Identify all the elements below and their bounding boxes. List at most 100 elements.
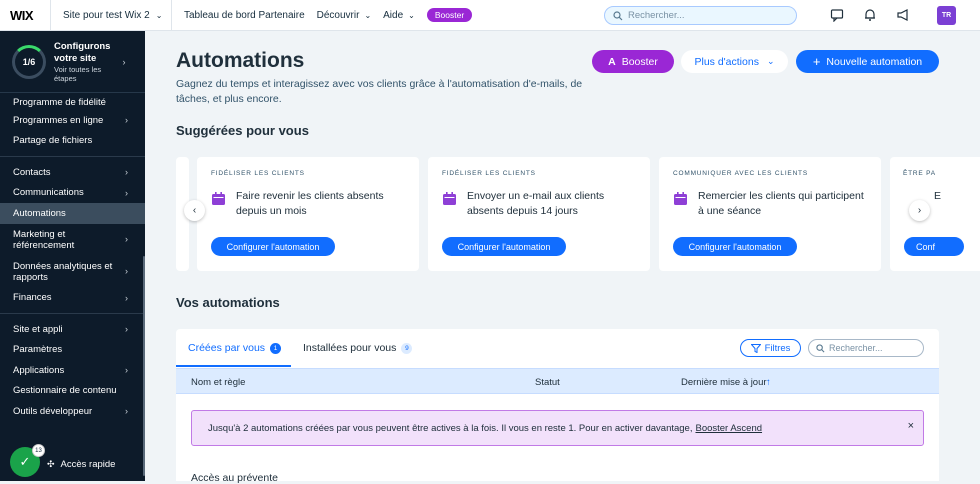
sidebar-item-settings[interactable]: Paramètres xyxy=(0,340,145,361)
sidebar-item-label: Contacts xyxy=(13,166,51,178)
sidebar-item-label: Communications xyxy=(13,187,84,199)
more-actions-label: Plus d'actions xyxy=(694,55,759,68)
quick-access-label: Accès rapide xyxy=(60,458,116,470)
chevron-down-icon: ⌄ xyxy=(155,10,163,20)
table-row[interactable]: Accès au prévente xyxy=(191,472,278,484)
chevron-right-icon: › xyxy=(122,56,126,67)
card-text: Faire revenir les clients absents depuis… xyxy=(236,190,384,217)
chevron-right-icon: › xyxy=(125,324,128,335)
sidebar-item-label: Données analytiques et rapports xyxy=(13,260,113,283)
card-category: FIDÉLISER LES CLIENTS xyxy=(211,170,305,177)
card-text: Envoyer un e-mail aux clients absents de… xyxy=(467,190,605,217)
notice-text: Jusqu'à 2 automations créées par vous pe… xyxy=(208,422,693,434)
nav-partner-dashboard[interactable]: Tableau de bord Partenaire xyxy=(184,10,305,21)
sidebar-item-marketing[interactable]: Marketing et référencement › xyxy=(0,224,145,256)
automations-search-input[interactable]: Rechercher... xyxy=(808,339,924,357)
booster-button[interactable]: A Booster xyxy=(592,50,674,73)
suggestion-card: COMMUNIQUER AVEC LES CLIENTS Remercier l… xyxy=(659,157,881,271)
card-text: Remercier les clients qui participent à … xyxy=(698,190,864,217)
chevron-right-icon: › xyxy=(125,115,128,126)
setup-progress-widget[interactable]: 1/6 Configurons votre site Voir toutes l… xyxy=(0,31,145,93)
sidebar: 1/6 Configurons votre site Voir toutes l… xyxy=(0,31,145,481)
card-category: ÊTRE PA xyxy=(903,170,936,177)
sidebar-item-contacts[interactable]: Contacts › xyxy=(0,162,145,183)
bell-icon[interactable] xyxy=(863,8,877,22)
megaphone-icon[interactable] xyxy=(896,8,910,22)
calendar-icon xyxy=(674,192,687,205)
carousel-prev-button[interactable]: ‹ xyxy=(184,200,205,221)
sidebar-item-label: Finances xyxy=(13,292,52,304)
filter-icon xyxy=(750,343,761,353)
booster-pill-button[interactable]: Booster xyxy=(426,8,473,22)
calendar-icon xyxy=(212,192,225,205)
configure-automation-button[interactable]: Conf xyxy=(904,237,964,256)
setup-sub-line2: étapes xyxy=(54,73,77,83)
filters-button[interactable]: Filtres xyxy=(740,339,801,357)
configure-automation-button[interactable]: Configurer l'automation xyxy=(673,237,797,256)
carousel-next-button[interactable]: › xyxy=(909,200,930,221)
sort-arrow-up-icon[interactable]: ↑ xyxy=(766,377,771,388)
sidebar-item-finances[interactable]: Finances › xyxy=(0,288,145,309)
sidebar-item-cms[interactable]: Gestionnaire de contenu xyxy=(0,381,145,402)
tab-count-badge: 1 xyxy=(270,342,282,354)
sidebar-item-file-share[interactable]: Partage de fichiers xyxy=(0,131,145,152)
chevron-down-icon: ⌄ xyxy=(364,10,372,20)
setup-sub-line1: Voir toutes les xyxy=(54,64,102,74)
limit-notice: Jusqu'à 2 automations créées par vous pe… xyxy=(191,410,924,446)
automations-panel: Créées par vous 1 Installées pour vous 9… xyxy=(176,329,939,484)
sidebar-divider xyxy=(0,156,145,157)
page-title: Automations xyxy=(176,49,305,72)
wix-logo[interactable]: WIX xyxy=(0,8,50,23)
column-name[interactable]: Nom et règle xyxy=(191,377,245,388)
sidebar-item-label: Automations xyxy=(13,207,66,219)
nav-help[interactable]: Aide ⌄ xyxy=(383,10,415,21)
global-search-input[interactable]: Rechercher... xyxy=(604,6,797,25)
main-content: Automations Gagnez du temps et interagis… xyxy=(145,31,980,484)
search-icon xyxy=(816,343,825,352)
chevron-right-icon: › xyxy=(125,365,128,376)
nav-discover[interactable]: Découvrir ⌄ xyxy=(317,10,372,21)
nav-label: Aide xyxy=(383,9,404,21)
avatar[interactable]: TR xyxy=(937,6,956,25)
site-selector[interactable]: Site pour test Wix 2 ⌄ xyxy=(50,0,172,31)
nav-label: Tableau de bord Partenaire xyxy=(184,9,305,21)
setup-title-line2: votre site xyxy=(54,52,97,64)
sidebar-item-communications[interactable]: Communications › xyxy=(0,183,145,204)
configure-automation-button[interactable]: Configurer l'automation xyxy=(211,237,335,256)
search-placeholder: Rechercher... xyxy=(829,343,883,353)
more-actions-button[interactable]: Plus d'actions ⌄ xyxy=(681,50,788,73)
new-automation-label: Nouvelle automation xyxy=(826,55,923,68)
filters-label: Filtres xyxy=(764,342,791,354)
suggestion-card: FIDÉLISER LES CLIENTS Envoyer un e-mail … xyxy=(428,157,650,271)
chevron-left-icon: ‹ xyxy=(192,205,197,216)
column-status[interactable]: Statut xyxy=(535,377,560,388)
tab-created-by-you[interactable]: Créées par vous 1 xyxy=(188,342,282,354)
sparkle-icon: ✣ xyxy=(47,458,55,469)
suggestion-card: FIDÉLISER LES CLIENTS Faire revenir les … xyxy=(197,157,419,271)
sidebar-item-applications[interactable]: Applications › xyxy=(0,360,145,381)
suggestion-card: ÊTRE PA E Conf xyxy=(890,157,980,271)
notification-badge: 13 xyxy=(32,444,45,457)
card-category: FIDÉLISER LES CLIENTS xyxy=(442,170,536,177)
site-name: Site pour test Wix 2 xyxy=(63,9,150,21)
sidebar-item-automations[interactable]: Automations xyxy=(0,203,145,224)
sidebar-item-site-app[interactable]: Site et appli › xyxy=(0,319,145,340)
configure-automation-button[interactable]: Configurer l'automation xyxy=(442,237,566,256)
sidebar-item-label: Programmes en ligne xyxy=(13,114,104,126)
chat-icon[interactable] xyxy=(830,8,844,22)
sidebar-item-label: Gestionnaire de contenu xyxy=(13,385,117,397)
sidebar-item-label: Programme de fidélité xyxy=(13,96,106,108)
sidebar-item-label: Marketing et référencement xyxy=(13,228,75,251)
sidebar-item-online-programs[interactable]: Programmes en ligne › xyxy=(0,110,145,131)
sidebar-item-analytics[interactable]: Données analytiques et rapports › xyxy=(0,256,145,288)
sidebar-divider xyxy=(0,313,145,314)
sidebar-item-loyalty[interactable]: Programme de fidélité xyxy=(0,94,145,110)
column-last-updated[interactable]: Dernière mise à jour xyxy=(681,377,767,388)
notice-link[interactable]: Booster Ascend xyxy=(695,423,762,434)
sidebar-item-dev-tools[interactable]: Outils développeur › xyxy=(0,401,145,422)
tab-installed-for-you[interactable]: Installées pour vous 9 xyxy=(303,342,413,354)
chevron-right-icon: › xyxy=(125,292,128,303)
new-automation-button[interactable]: + Nouvelle automation xyxy=(796,50,939,73)
search-icon xyxy=(613,10,623,20)
close-icon[interactable]: × xyxy=(908,420,914,432)
